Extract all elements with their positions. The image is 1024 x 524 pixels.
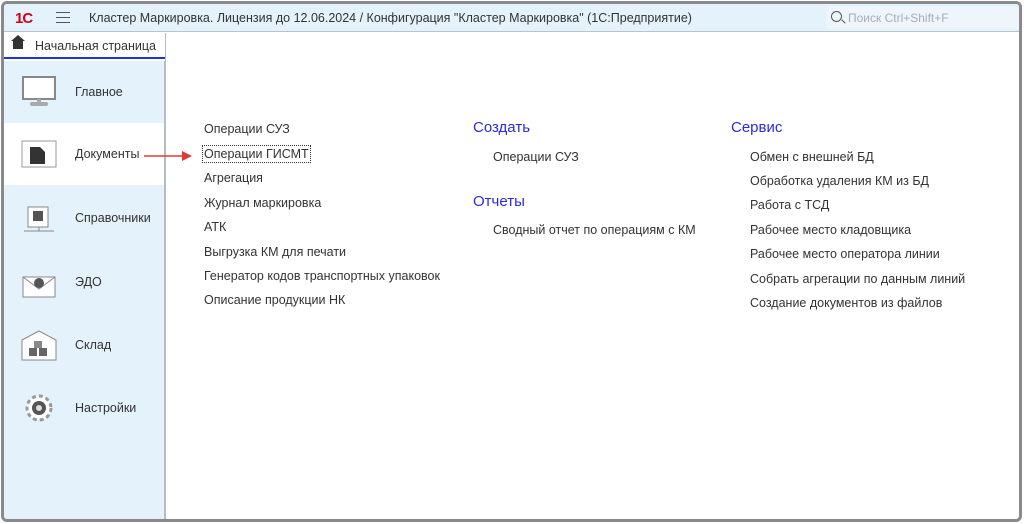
sidebar-item-label: ЭДО	[75, 275, 102, 289]
sidebar-item-label: Склад	[75, 338, 112, 352]
link-export-km-print[interactable]: Выгрузка КМ для печати	[204, 245, 346, 259]
menu-icon[interactable]	[56, 12, 70, 23]
link-aggregation[interactable]: Агрегация	[204, 171, 263, 185]
sidebar-item-label: Документы	[75, 147, 140, 161]
monitor-icon	[22, 76, 56, 106]
link-suz-operations[interactable]: Операции СУЗ	[204, 122, 290, 136]
envelope-lock-icon	[22, 276, 56, 298]
link-marking-journal[interactable]: Журнал маркировка	[204, 196, 321, 210]
link-km-deletion[interactable]: Обработка удаления КМ из БД	[750, 174, 929, 188]
link-atk[interactable]: АТК	[204, 220, 226, 234]
sidebar-item-warehouse[interactable]: Склад	[4, 314, 164, 376]
link-storekeeper-workplace[interactable]: Рабочее место кладовщика	[750, 223, 911, 237]
sidebar-item-catalogs[interactable]: Справочники	[4, 187, 164, 249]
divider	[165, 33, 166, 519]
link-create-docs-from-files[interactable]: Создание документов из файлов	[750, 296, 942, 310]
gear-icon	[25, 394, 53, 422]
link-external-db-exchange[interactable]: Обмен с внешней БД	[750, 150, 874, 164]
document-icon	[21, 140, 57, 168]
sidebar-item-label: Настройки	[75, 401, 137, 415]
section-create-header: Создать	[473, 119, 531, 136]
link-gismt-operations[interactable]: Операции ГИСМТ	[202, 145, 311, 163]
sidebar-item-edo[interactable]: ЭДО	[4, 251, 164, 313]
sidebar: Главное Документы Справочники ЭДО Склад …	[4, 61, 165, 519]
link-collect-aggregations[interactable]: Собрать агрегации по данным линий	[750, 272, 965, 286]
link-create-suz-operations[interactable]: Операции СУЗ	[493, 150, 579, 164]
search-input[interactable]: Поиск Ctrl+Shift+F	[826, 7, 1019, 29]
link-nk-product-description[interactable]: Описание продукции НК	[204, 293, 345, 307]
1c-logo: 1С	[15, 10, 33, 27]
warehouse-icon	[21, 330, 57, 361]
app-window: 1С Кластер Маркировка. Лицензия до 12.06…	[1, 1, 1022, 522]
sidebar-item-label: Справочники	[75, 211, 151, 225]
tab-home[interactable]: Начальная страница	[4, 33, 165, 59]
sidebar-item-main[interactable]: Главное	[4, 61, 164, 123]
red-arrow-annotation	[144, 151, 192, 161]
catalog-icon	[24, 206, 54, 232]
link-line-operator-workplace[interactable]: Рабочее место оператора линии	[750, 247, 940, 261]
section-reports-header: Отчеты	[473, 193, 525, 210]
window-title: Кластер Маркировка. Лицензия до 12.06.20…	[89, 11, 692, 25]
link-summary-report[interactable]: Сводный отчет по операциям с КМ	[493, 223, 696, 237]
search-icon	[831, 11, 842, 22]
home-icon	[11, 35, 25, 49]
sidebar-item-settings[interactable]: Настройки	[4, 377, 164, 439]
link-tsd-work[interactable]: Работа с ТСД	[750, 198, 829, 212]
section-service-header: Сервис	[731, 119, 783, 136]
title-bar: 1С Кластер Маркировка. Лицензия до 12.06…	[4, 4, 1019, 32]
sidebar-item-documents[interactable]: Документы	[4, 123, 164, 185]
link-transport-code-generator[interactable]: Генератор кодов транспортных упаковок	[204, 269, 440, 283]
search-placeholder: Поиск Ctrl+Shift+F	[848, 11, 949, 25]
tab-label: Начальная страница	[35, 39, 156, 53]
sidebar-item-label: Главное	[75, 85, 123, 99]
